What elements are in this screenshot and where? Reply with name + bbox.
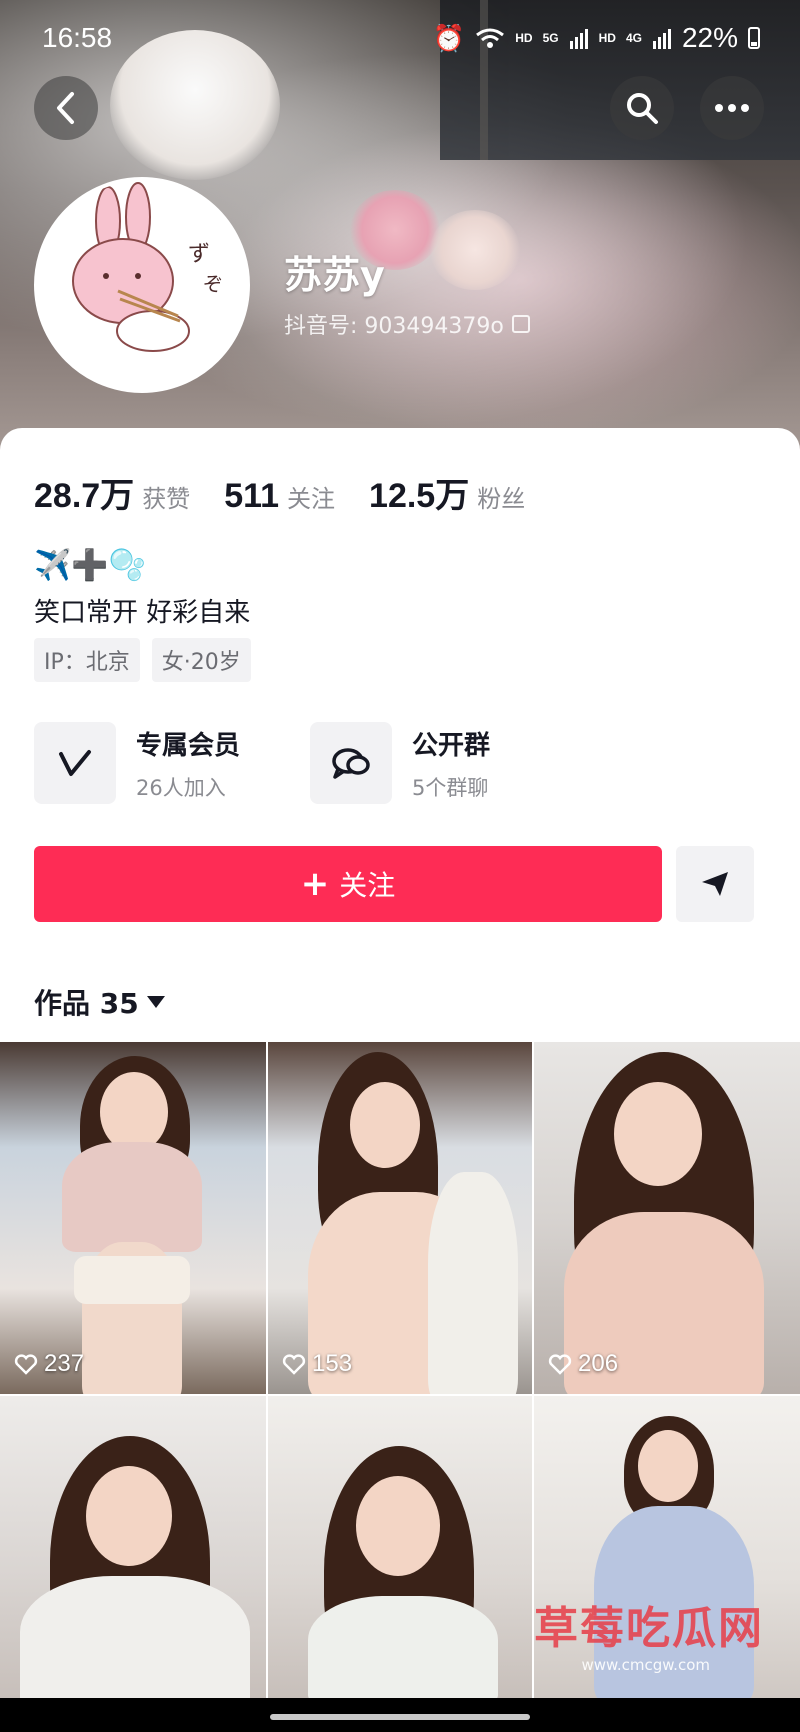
works-tab[interactable]: 作品 35 bbox=[34, 982, 165, 1022]
bunny-avatar-illustration: ず ぞ bbox=[38, 181, 246, 389]
like-count-text: 206 bbox=[578, 1350, 619, 1377]
thumbnail-face bbox=[614, 1082, 702, 1186]
svg-text:ぞ: ぞ bbox=[203, 272, 223, 296]
network-4g: 4G bbox=[625, 31, 642, 45]
exclusive-membership-entry[interactable]: 专属会员 26人加入 bbox=[34, 722, 240, 804]
like-count: 153 bbox=[282, 1350, 352, 1378]
tag-gender-age: 女·20岁 bbox=[151, 638, 251, 682]
dropdown-triangle-icon bbox=[146, 996, 165, 1008]
vip-v-icon bbox=[34, 722, 116, 804]
likes-label: 获赞 bbox=[142, 485, 191, 513]
watermark-title: 草莓吃瓜网 bbox=[534, 1603, 764, 1654]
tag-ip-location: IP：北京 bbox=[34, 638, 140, 682]
profile-name: 苏苏y bbox=[284, 253, 385, 297]
group-title: 公开群 bbox=[412, 730, 491, 761]
network-hd-2: HD bbox=[598, 31, 616, 45]
avatar[interactable]: ず ぞ bbox=[34, 177, 250, 393]
share-arrow-icon bbox=[702, 872, 728, 896]
video-thumbnail[interactable]: 206 bbox=[534, 1042, 800, 1394]
thumbnail-top bbox=[62, 1142, 202, 1252]
video-thumbnail[interactable] bbox=[268, 1396, 532, 1698]
watermark-url: www.cmcgw.com bbox=[581, 1656, 710, 1674]
bio-emojis: ✈️➕🫧 bbox=[34, 548, 147, 583]
video-thumbnail[interactable]: 153 bbox=[268, 1042, 532, 1394]
thumbnail-face bbox=[356, 1476, 440, 1576]
like-count: 206 bbox=[548, 1350, 618, 1378]
search-button[interactable] bbox=[610, 76, 674, 140]
network-hd-1: HD bbox=[515, 31, 533, 45]
signal-icon-2 bbox=[652, 29, 671, 49]
status-bar: 16:58 ⏰ HD 5G HD 4G 22% bbox=[0, 0, 800, 76]
svg-text:ず: ず bbox=[188, 242, 210, 267]
plush-cream-toy bbox=[430, 210, 520, 290]
following-count[interactable]: 511 bbox=[224, 477, 279, 516]
membership-count: 26人加入 bbox=[136, 775, 226, 800]
thumbnail-shorts bbox=[74, 1256, 190, 1304]
like-count-text: 153 bbox=[312, 1350, 353, 1377]
membership-title: 专属会员 bbox=[136, 730, 241, 761]
thumbnail-sweater bbox=[428, 1172, 518, 1394]
video-thumbnail[interactable] bbox=[0, 1396, 266, 1698]
battery-level: 22% bbox=[681, 22, 738, 53]
group-count: 5个群聊 bbox=[412, 775, 489, 800]
thumbnail-face bbox=[100, 1072, 168, 1152]
more-button[interactable] bbox=[700, 76, 764, 140]
signal-icon bbox=[569, 29, 588, 49]
heart-icon bbox=[282, 1354, 306, 1375]
works-label: 作品 35 bbox=[34, 987, 139, 1020]
alarm-icon: ⏰ bbox=[432, 22, 466, 53]
thumbnail-sweater bbox=[20, 1576, 250, 1698]
likes-count[interactable]: 28.7万 bbox=[34, 468, 134, 517]
follow-label: 关注 bbox=[339, 869, 396, 902]
profile-tags: IP：北京 女·20岁 bbox=[34, 638, 251, 682]
douyin-id[interactable]: 抖音号: 903494379o bbox=[284, 308, 530, 340]
share-button[interactable] bbox=[676, 846, 754, 922]
thumbnail-face bbox=[350, 1082, 420, 1168]
network-5g: 5G bbox=[542, 31, 559, 45]
heart-icon bbox=[548, 1354, 572, 1375]
thumbnail-face bbox=[86, 1466, 172, 1566]
profile-card: 28.7万 获赞 511 关注 12.5万 粉丝 ✈️➕🫧 笑口常开 好彩自来 … bbox=[0, 428, 800, 1044]
following-label: 关注 bbox=[287, 485, 336, 513]
search-icon bbox=[627, 93, 658, 124]
wifi-icon bbox=[476, 28, 505, 48]
status-time: 16:58 bbox=[42, 22, 113, 53]
heart-icon bbox=[14, 1354, 38, 1375]
thumbnail-top bbox=[308, 1596, 498, 1698]
chat-bubbles-icon bbox=[310, 722, 392, 804]
plus-icon: + bbox=[300, 864, 330, 904]
battery-icon bbox=[748, 27, 760, 49]
followers-count[interactable]: 12.5万 bbox=[369, 468, 469, 517]
stats-row: 28.7万 获赞 511 关注 12.5万 粉丝 bbox=[34, 468, 559, 517]
followers-label: 粉丝 bbox=[477, 485, 526, 513]
douyin-id-text: 抖音号: 903494379o bbox=[284, 314, 504, 339]
video-thumbnail[interactable]: 237 bbox=[0, 1042, 266, 1394]
home-indicator[interactable] bbox=[270, 1714, 530, 1720]
chevron-left-icon bbox=[57, 92, 74, 124]
bio-text: 笑口常开 好彩自来 bbox=[34, 598, 251, 628]
back-button[interactable] bbox=[34, 76, 98, 140]
thumbnail-face bbox=[638, 1430, 698, 1502]
follow-button[interactable]: + 关注 bbox=[34, 846, 662, 922]
public-group-entry[interactable]: 公开群 5个群聊 bbox=[310, 722, 490, 804]
copy-icon[interactable] bbox=[511, 315, 530, 333]
more-dots-icon bbox=[715, 104, 749, 112]
like-count: 237 bbox=[14, 1350, 84, 1378]
like-count-text: 237 bbox=[44, 1350, 85, 1377]
